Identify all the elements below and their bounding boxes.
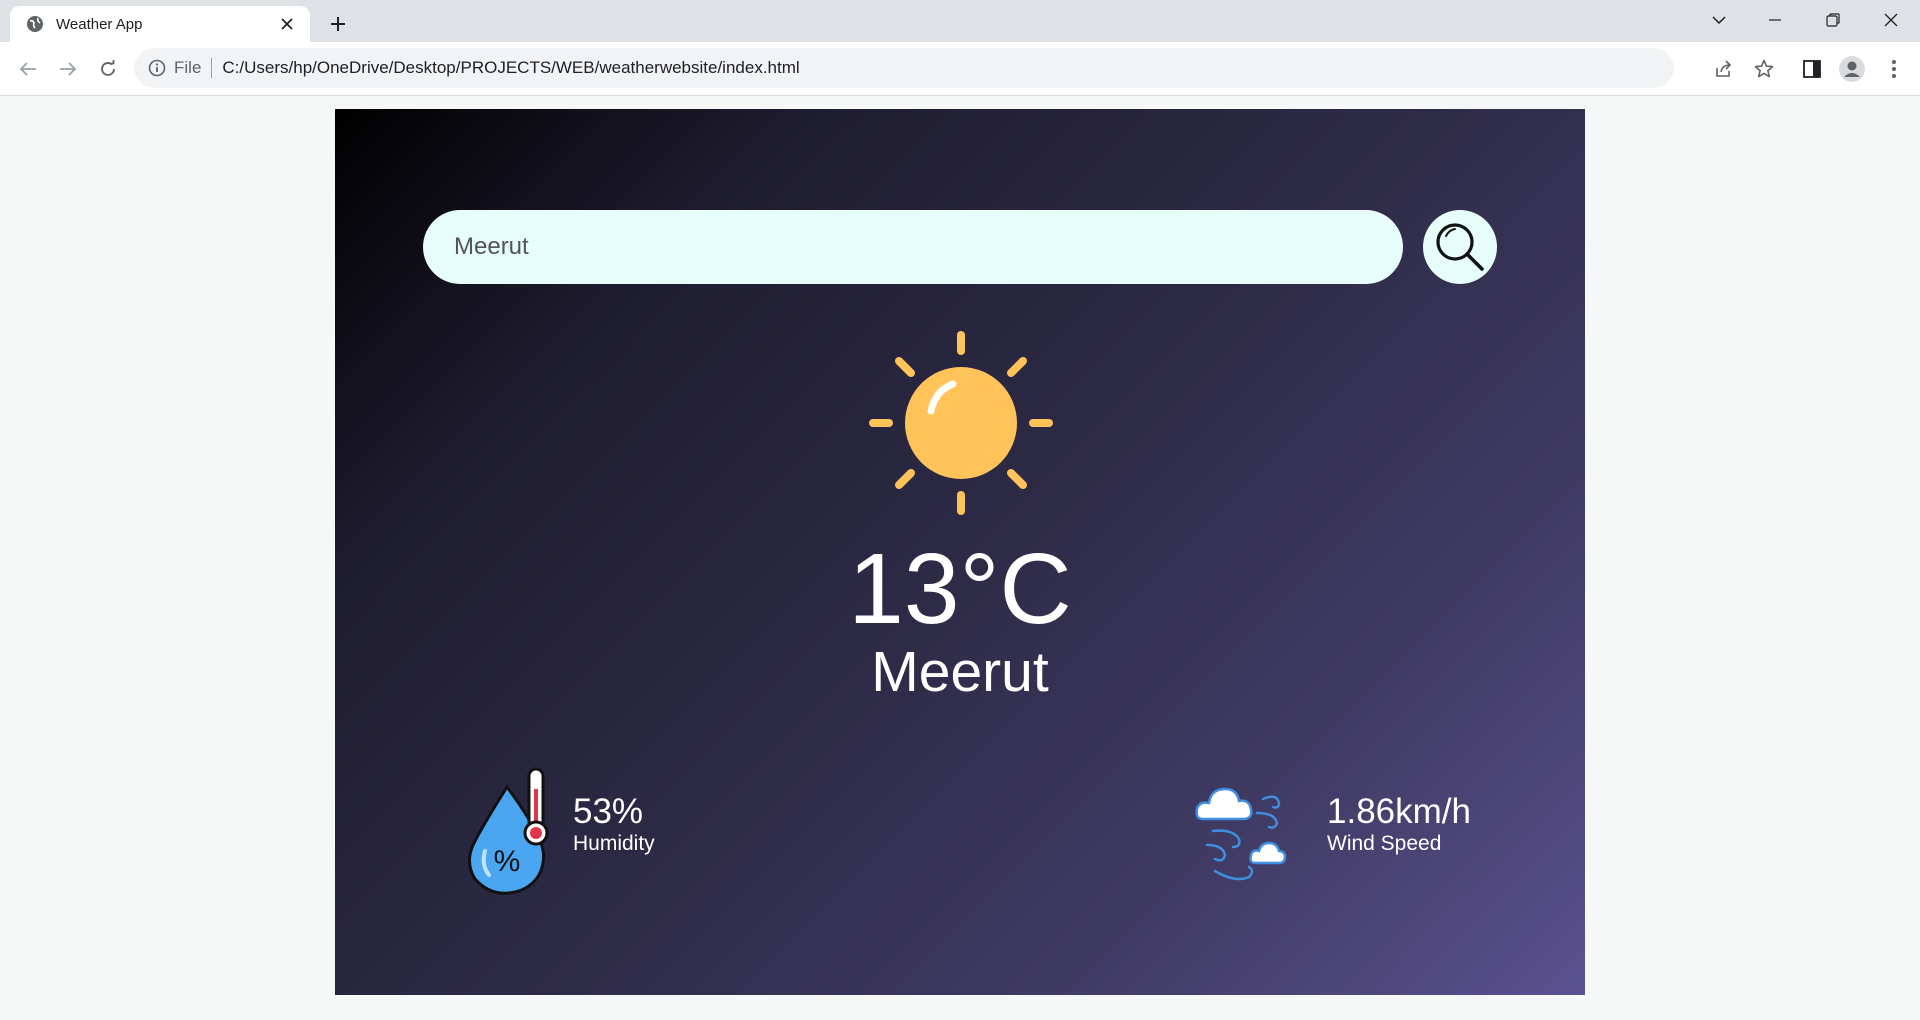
weather-card: 13°C Meerut % 53% Humidity [335, 109, 1585, 995]
humidity-detail: % 53% Humidity [463, 767, 655, 895]
humidity-label: Humidity [573, 832, 655, 855]
sun-icon [869, 331, 1053, 515]
bookmark-star-icon[interactable] [1750, 55, 1778, 83]
humidity-icon: % [468, 767, 549, 895]
address-url[interactable]: C:/Users/hp/OneDrive/Desktop/PROJECTS/WE… [222, 58, 799, 78]
globe-icon [26, 15, 44, 33]
wind-icon [1195, 787, 1287, 881]
wind-speed-label: Wind Speed [1327, 832, 1442, 855]
restore-icon[interactable] [1810, 4, 1856, 36]
menu-kebab-icon[interactable] [1880, 55, 1908, 83]
humidity-value: 53% [573, 792, 644, 831]
minimize-icon[interactable] [1752, 4, 1798, 36]
wind-speed-value: 1.86km/h [1327, 792, 1471, 831]
browser-toolbar: File C:/Users/hp/OneDrive/Desktop/PROJEC… [0, 42, 1920, 96]
page-viewport: 13°C Meerut % 53% Humidity [0, 97, 1920, 1020]
svg-text:%: % [494, 845, 521, 878]
side-panel-icon[interactable] [1798, 55, 1826, 83]
close-window-icon[interactable] [1868, 4, 1914, 36]
forward-icon[interactable] [54, 55, 82, 83]
share-icon[interactable] [1710, 55, 1738, 83]
info-icon[interactable] [148, 59, 166, 77]
city-search-input[interactable] [423, 210, 1403, 284]
address-bar[interactable]: File C:/Users/hp/OneDrive/Desktop/PROJEC… [134, 48, 1674, 88]
profile-avatar[interactable] [1838, 55, 1866, 83]
browser-tab[interactable]: Weather App [10, 6, 310, 42]
tab-search-icon[interactable] [1696, 4, 1742, 36]
temperature: 13°C [848, 533, 1072, 645]
close-tab-icon[interactable] [276, 13, 298, 35]
search-icon [1436, 223, 1484, 271]
city-name: Meerut [871, 640, 1049, 704]
reload-icon[interactable] [94, 55, 122, 83]
back-icon[interactable] [14, 55, 42, 83]
new-tab-button[interactable] [324, 10, 352, 38]
address-separator [211, 58, 213, 78]
address-scheme: File [174, 58, 202, 77]
search-button[interactable] [1423, 210, 1497, 284]
browser-tab-strip: Weather App [0, 0, 1920, 42]
wind-detail: 1.86km/h Wind Speed [1193, 767, 1471, 895]
tab-title: Weather App [56, 15, 143, 33]
